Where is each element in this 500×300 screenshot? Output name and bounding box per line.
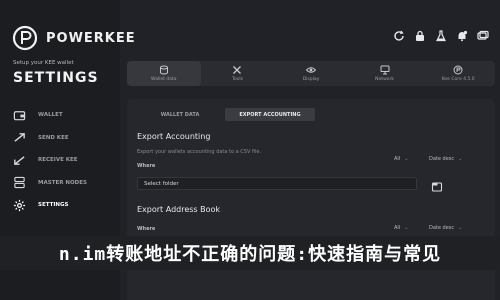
sidebar-nav: WALLET SEND KEE RECEIVE KEE MASTER NODES… [12, 104, 112, 217]
sidebar-item-send-kee[interactable]: SEND KEE [12, 127, 112, 150]
sort-date-value: Date desc [429, 225, 455, 231]
filter-all-value: All [394, 156, 401, 162]
send-icon [12, 131, 26, 145]
sort-date-dropdown[interactable]: Date desc ⌄ [429, 156, 462, 162]
wallet-icon [12, 108, 26, 122]
filter-all-value: All [394, 225, 401, 231]
tab-wallet-data[interactable]: Wallet data [127, 61, 201, 86]
chevron-down-icon: ⌄ [404, 225, 409, 231]
tab-network[interactable]: Network [348, 61, 422, 86]
lock-icon[interactable] [413, 29, 427, 43]
sidebar-item-wallet[interactable]: WALLET [12, 104, 112, 127]
sidebar-item-label: SETTINGS [38, 202, 69, 209]
subtab-wallet-data[interactable]: WALLET DATA [135, 108, 225, 121]
sidebar-item-label: MASTER NODES [38, 179, 87, 186]
folder-icon[interactable] [431, 178, 443, 192]
powerkee-logo-icon [12, 25, 38, 51]
export-address-book-title: Export Address Book [137, 205, 221, 214]
gear-icon [12, 198, 26, 212]
sidebar-item-receive-kee[interactable]: RECEIVE KEE [12, 149, 112, 172]
where-label: Where [137, 226, 156, 232]
tab-kee-core[interactable]: Kee Core 4.5.0 [421, 61, 495, 86]
sidebar-item-label: RECEIVE KEE [38, 157, 78, 164]
settings-tabs: Wallet data Tools Display Network Kee Co… [127, 61, 495, 86]
topbar-icons [392, 29, 490, 43]
tab-tools[interactable]: Tools [201, 61, 275, 86]
article-title-overlay: n.im转账地址不正确的问题:快速指南与常见 [0, 236, 500, 270]
tab-label: Wallet data [151, 77, 177, 82]
tab-label: Display [302, 77, 320, 82]
filter-all-dropdown[interactable]: All ⌄ [394, 225, 408, 231]
tab-display[interactable]: Display [274, 61, 348, 86]
tab-label: Network [375, 77, 394, 82]
select-folder-input[interactable]: Select folder [137, 177, 417, 190]
setup-label: Setup your KEE wallet [13, 60, 74, 66]
brand: POWERKEE [12, 25, 136, 51]
export-accounting-desc: Export your wallets accounting data to a… [137, 149, 262, 155]
chevron-down-icon: ⌄ [404, 156, 409, 162]
chevron-down-icon: ⌄ [458, 156, 463, 162]
export-accounting-title: Export Accounting [137, 132, 211, 141]
filter-all-dropdown[interactable]: All ⌄ [394, 156, 408, 162]
refresh-icon[interactable] [392, 29, 406, 43]
database-icon [159, 65, 169, 75]
where-label: Where [137, 163, 156, 169]
flask-icon[interactable] [434, 29, 448, 43]
sort-date-value: Date desc [429, 156, 455, 162]
overlay-text: n.im转账地址不正确的问题:快速指南与常见 [58, 244, 442, 265]
receive-icon [12, 153, 26, 167]
tab-label: Tools [231, 77, 243, 82]
cards-icon[interactable] [476, 29, 490, 43]
sidebar-item-label: SEND KEE [38, 134, 69, 141]
network-icon [380, 65, 390, 75]
chevron-down-icon: ⌄ [458, 225, 463, 231]
subtabs: WALLET DATA EXPORT ACCOUNTING [135, 108, 485, 121]
eye-icon [305, 65, 316, 75]
kee-core-icon [453, 65, 463, 75]
tab-label: Kee Core 4.5.0 [441, 77, 475, 82]
masternodes-icon [12, 176, 26, 190]
tools-icon [232, 65, 242, 75]
page-title: SETTINGS [13, 70, 99, 86]
sidebar-item-settings[interactable]: SETTINGS [12, 194, 112, 217]
sidebar-item-label: WALLET [38, 112, 63, 119]
sidebar-item-master-nodes[interactable]: MASTER NODES [12, 172, 112, 195]
subtab-export-accounting[interactable]: EXPORT ACCOUNTING [225, 108, 315, 121]
brand-name: POWERKEE [46, 30, 136, 46]
notification-icon[interactable] [455, 29, 469, 43]
sort-date-dropdown[interactable]: Date desc ⌄ [429, 225, 462, 231]
